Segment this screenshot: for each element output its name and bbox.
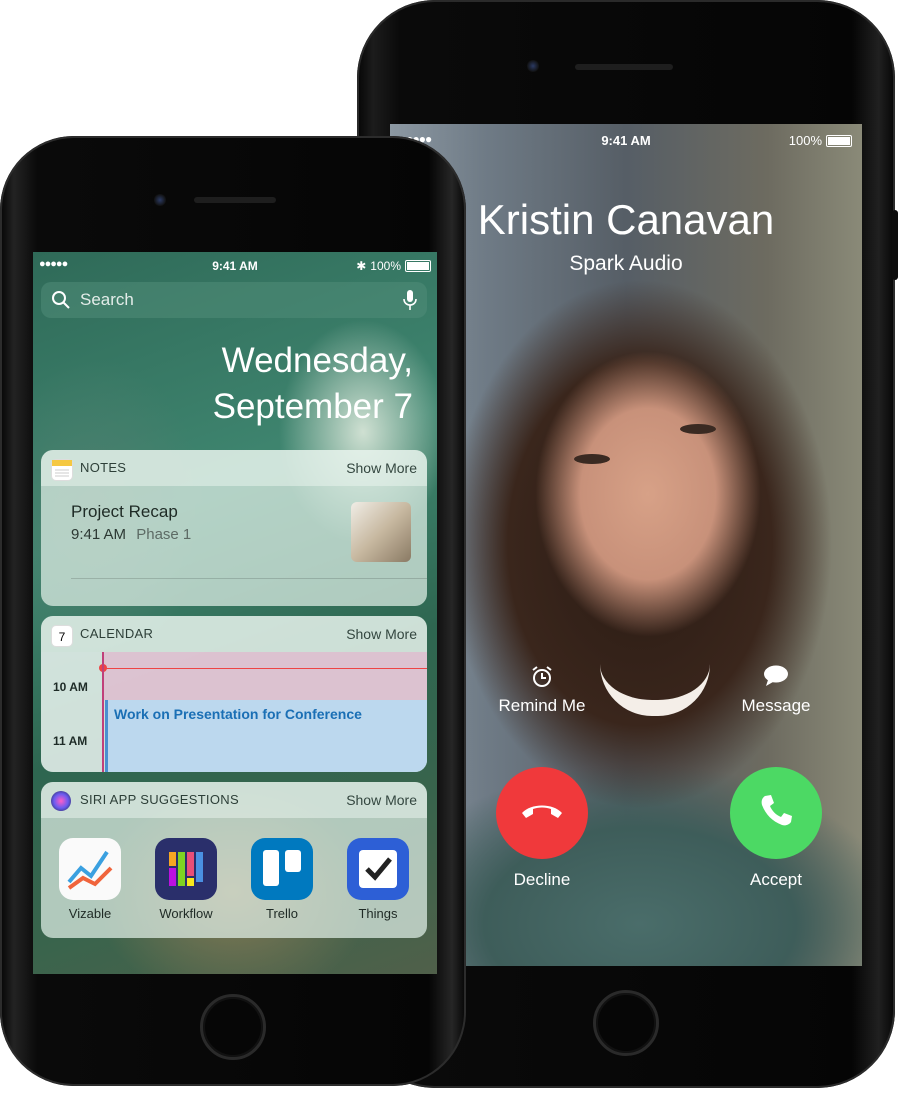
- current-time-line: [103, 668, 427, 669]
- siri-suggestions-widget: SIRI APP SUGGESTIONS Show More Vizable W…: [41, 782, 427, 938]
- photo-eye: [574, 454, 610, 464]
- app-things[interactable]: Things: [345, 838, 411, 921]
- battery-percent: 100%: [370, 259, 401, 273]
- message-label: Message: [741, 696, 811, 715]
- busy-block: [103, 652, 427, 700]
- vizable-app-icon: [59, 838, 121, 900]
- battery-icon: [826, 134, 852, 147]
- app-workflow[interactable]: Workflow: [153, 838, 219, 921]
- app-name: Workflow: [159, 906, 213, 921]
- side-button: [892, 210, 898, 280]
- decline-button[interactable]: [496, 767, 588, 859]
- status-bar: ●●●●● 9:41 AM ✱ 100%: [33, 258, 437, 274]
- date-display: Wednesday, September 7: [213, 338, 413, 430]
- trello-app-icon: [251, 838, 313, 900]
- event-title: Work on Presentation for Conference: [114, 706, 362, 722]
- message-button[interactable]: Message: [706, 664, 846, 716]
- calendar-timeline: 10 AM 11 AM Work on Presentation for Con…: [41, 652, 427, 772]
- search-icon: [51, 290, 71, 315]
- bluetooth-icon: ✱: [356, 259, 367, 273]
- app-vizable[interactable]: Vizable: [57, 838, 123, 921]
- battery-indicator: 100%: [789, 133, 852, 148]
- battery-indicator: ✱ 100%: [356, 259, 431, 273]
- photo-eye: [680, 424, 716, 434]
- date-day: September 7: [212, 387, 413, 426]
- front-camera: [527, 60, 539, 72]
- decline-label: Decline: [513, 870, 571, 889]
- calendar-app-icon: 7: [51, 625, 73, 647]
- home-button[interactable]: [200, 994, 266, 1060]
- workflow-app-icon: [155, 838, 217, 900]
- time-label-10am: 10 AM: [53, 680, 88, 694]
- note-item[interactable]: Project Recap 9:41 AM Phase 1: [41, 486, 427, 606]
- earpiece-speaker: [575, 64, 673, 70]
- status-bar: ●●●●● 9:41 AM 100%: [390, 130, 862, 150]
- timeline-axis: [102, 652, 104, 772]
- calendar-widget: 7 CALENDAR Show More 10 AM 11 AM Work on…: [41, 616, 427, 772]
- notes-widget-title: NOTES: [80, 460, 127, 475]
- note-time: 9:41 AM: [71, 526, 127, 543]
- earpiece-speaker: [194, 197, 276, 203]
- today-view-screen: ●●●●● 9:41 AM ✱ 100% Search Wednesday, S…: [33, 252, 437, 974]
- remind-me-button[interactable]: Remind Me: [472, 664, 612, 716]
- note-detail: Phase 1: [136, 526, 192, 543]
- divider: [71, 578, 427, 579]
- battery-percent: 100%: [788, 133, 822, 148]
- phone-icon: [756, 791, 796, 836]
- remind-me-label: Remind Me: [498, 696, 586, 715]
- calendar-widget-title: CALENDAR: [80, 626, 154, 641]
- things-app-icon: [347, 838, 409, 900]
- siri-widget-header: SIRI APP SUGGESTIONS Show More: [41, 782, 427, 818]
- app-name: Vizable: [68, 906, 112, 921]
- accept-label: Accept: [750, 870, 802, 889]
- app-name: Trello: [265, 906, 299, 921]
- calendar-widget-header: 7 CALENDAR Show More: [41, 616, 427, 652]
- microphone-icon[interactable]: [403, 289, 417, 316]
- notes-widget-header: NOTES Show More: [41, 450, 427, 486]
- search-input[interactable]: Search: [41, 282, 427, 318]
- front-phone: ●●●●● 9:41 AM ✱ 100% Search Wednesday, S…: [0, 136, 466, 1086]
- app-trello[interactable]: Trello: [249, 838, 315, 921]
- photo-smile: [600, 664, 710, 716]
- siri-icon: [51, 791, 71, 811]
- notes-app-icon: [51, 459, 73, 481]
- speech-bubble-icon: [706, 664, 846, 696]
- battery-icon: [405, 260, 431, 272]
- app-name: Things: [358, 906, 398, 921]
- time-label-11am: 11 AM: [53, 734, 88, 748]
- phone-hangup-icon: [519, 799, 565, 828]
- home-button[interactable]: [593, 990, 659, 1056]
- front-camera: [154, 194, 166, 206]
- calendar-show-more[interactable]: Show More: [346, 626, 417, 642]
- search-placeholder: Search: [80, 290, 134, 309]
- notes-show-more[interactable]: Show More: [346, 460, 417, 476]
- date-weekday: Wednesday,: [221, 341, 413, 380]
- note-thumbnail: [351, 502, 411, 562]
- calendar-event[interactable]: Work on Presentation for Conference: [105, 700, 427, 772]
- siri-widget-title: SIRI APP SUGGESTIONS: [80, 792, 239, 807]
- accept-button[interactable]: [730, 767, 822, 859]
- siri-show-more[interactable]: Show More: [346, 792, 417, 808]
- alarm-clock-icon: [472, 664, 612, 696]
- note-title: Project Recap: [71, 502, 178, 521]
- notes-widget: NOTES Show More Project Recap 9:41 AM Ph…: [41, 450, 427, 606]
